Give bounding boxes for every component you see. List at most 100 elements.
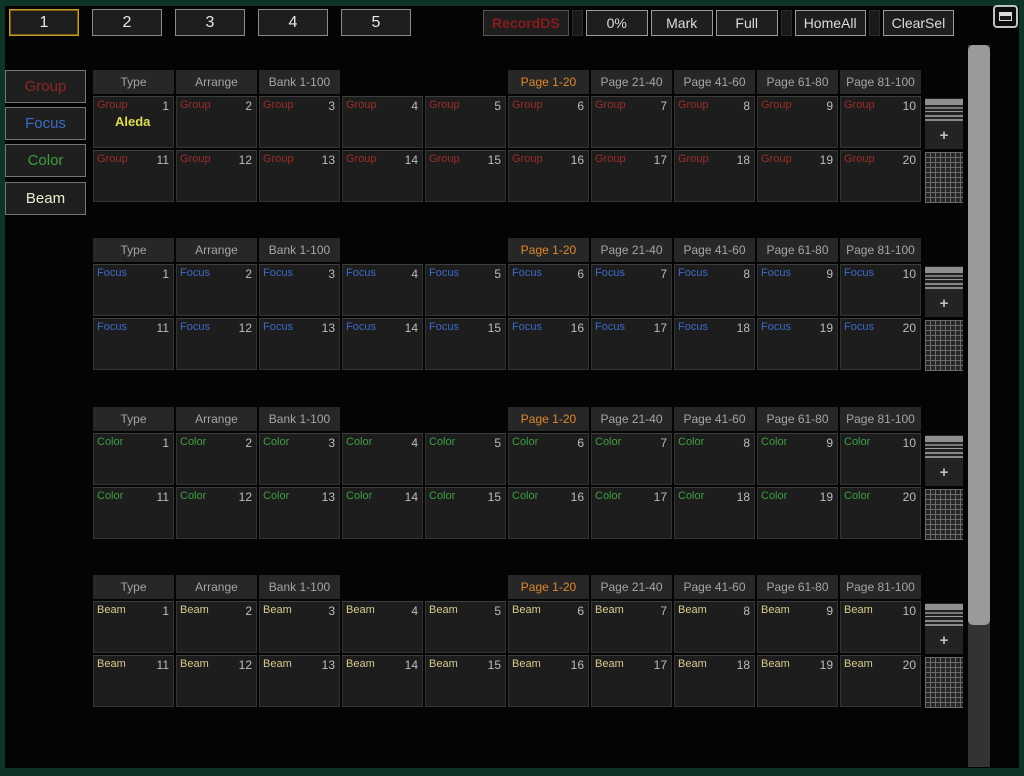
palette-cell-color-16[interactable]: Color16 [508,487,589,539]
palette-cell-beam-13[interactable]: Beam13 [259,655,340,707]
palette-cell-group-10[interactable]: Group10 [840,96,921,148]
palette-cell-group-19[interactable]: Group19 [757,150,838,202]
palette-cell-group-2[interactable]: Group2 [176,96,257,148]
page-81-100-tab[interactable]: Page 81-100 [840,238,921,262]
palette-cell-group-1[interactable]: Group1Aleda [93,96,174,148]
palette-cell-focus-19[interactable]: Focus19 [757,318,838,370]
palette-cell-focus-12[interactable]: Focus12 [176,318,257,370]
arrange-button[interactable]: Arrange [176,238,257,262]
grid-view-icon[interactable] [925,320,963,371]
palette-cell-focus-2[interactable]: Focus2 [176,264,257,316]
sidebar-item-beam[interactable]: Beam [5,182,86,215]
palette-cell-beam-2[interactable]: Beam2 [176,601,257,653]
page-61-80-tab[interactable]: Page 61-80 [757,70,838,94]
grid-view-icon[interactable] [925,152,963,203]
palette-cell-group-17[interactable]: Group17 [591,150,672,202]
palette-cell-group-4[interactable]: Group4 [342,96,423,148]
arrange-button[interactable]: Arrange [176,407,257,431]
palette-cell-beam-18[interactable]: Beam18 [674,655,755,707]
type-button[interactable]: Type [93,70,174,94]
grid-view-icon[interactable] [925,489,963,540]
palette-cell-group-15[interactable]: Group15 [425,150,506,202]
page-21-40-tab[interactable]: Page 21-40 [591,407,672,431]
palette-cell-group-13[interactable]: Group13 [259,150,340,202]
view-tab-3[interactable]: 3 [175,9,245,36]
palette-cell-beam-17[interactable]: Beam17 [591,655,672,707]
page-61-80-tab[interactable]: Page 61-80 [757,575,838,599]
bank-1-100-button[interactable]: Bank 1-100 [259,70,340,94]
palette-cell-focus-11[interactable]: Focus11 [93,318,174,370]
intensity-zero-button[interactable]: 0% [586,10,648,36]
palette-cell-focus-20[interactable]: Focus20 [840,318,921,370]
page-81-100-tab[interactable]: Page 81-100 [840,575,921,599]
palette-cell-color-19[interactable]: Color19 [757,487,838,539]
arrange-list-icon[interactable]: + [925,603,963,654]
page-21-40-tab[interactable]: Page 21-40 [591,70,672,94]
palette-cell-color-15[interactable]: Color15 [425,487,506,539]
palette-cell-group-18[interactable]: Group18 [674,150,755,202]
arrange-list-icon[interactable]: + [925,98,963,149]
scrollbar-thumb[interactable] [968,45,990,625]
arrange-list-icon[interactable]: + [925,266,963,317]
bank-1-100-button[interactable]: Bank 1-100 [259,238,340,262]
palette-cell-color-1[interactable]: Color1 [93,433,174,485]
page-41-60-tab[interactable]: Page 41-60 [674,70,755,94]
page-21-40-tab[interactable]: Page 21-40 [591,575,672,599]
palette-cell-focus-8[interactable]: Focus8 [674,264,755,316]
palette-cell-focus-15[interactable]: Focus15 [425,318,506,370]
type-button[interactable]: Type [93,238,174,262]
page-81-100-tab[interactable]: Page 81-100 [840,407,921,431]
palette-cell-beam-4[interactable]: Beam4 [342,601,423,653]
page-61-80-tab[interactable]: Page 61-80 [757,407,838,431]
palette-cell-group-5[interactable]: Group5 [425,96,506,148]
palette-cell-group-12[interactable]: Group12 [176,150,257,202]
page-41-60-tab[interactable]: Page 41-60 [674,575,755,599]
palette-cell-group-8[interactable]: Group8 [674,96,755,148]
arrange-list-icon[interactable]: + [925,435,963,486]
palette-cell-focus-7[interactable]: Focus7 [591,264,672,316]
page-41-60-tab[interactable]: Page 41-60 [674,407,755,431]
page-61-80-tab[interactable]: Page 61-80 [757,238,838,262]
palette-cell-beam-6[interactable]: Beam6 [508,601,589,653]
palette-cell-color-13[interactable]: Color13 [259,487,340,539]
palette-cell-beam-15[interactable]: Beam15 [425,655,506,707]
palette-cell-color-8[interactable]: Color8 [674,433,755,485]
palette-cell-color-12[interactable]: Color12 [176,487,257,539]
palette-cell-beam-14[interactable]: Beam14 [342,655,423,707]
palette-cell-group-11[interactable]: Group11 [93,150,174,202]
grid-view-icon[interactable] [925,657,963,708]
view-tab-4[interactable]: 4 [258,9,328,36]
palette-cell-focus-4[interactable]: Focus4 [342,264,423,316]
sidebar-item-color[interactable]: Color [5,144,86,177]
arrange-button[interactable]: Arrange [176,575,257,599]
palette-cell-color-11[interactable]: Color11 [93,487,174,539]
palette-cell-beam-1[interactable]: Beam1 [93,601,174,653]
palette-cell-color-18[interactable]: Color18 [674,487,755,539]
palette-cell-color-2[interactable]: Color2 [176,433,257,485]
palette-cell-focus-18[interactable]: Focus18 [674,318,755,370]
palette-cell-group-6[interactable]: Group6 [508,96,589,148]
palette-cell-beam-19[interactable]: Beam19 [757,655,838,707]
palette-cell-focus-9[interactable]: Focus9 [757,264,838,316]
palette-cell-group-9[interactable]: Group9 [757,96,838,148]
palette-cell-focus-5[interactable]: Focus5 [425,264,506,316]
palette-cell-beam-16[interactable]: Beam16 [508,655,589,707]
page-21-40-tab[interactable]: Page 21-40 [591,238,672,262]
view-tab-1[interactable]: 1 [9,9,79,36]
palette-cell-beam-10[interactable]: Beam10 [840,601,921,653]
palette-cell-color-6[interactable]: Color6 [508,433,589,485]
record-ds-button[interactable]: RecordDS [483,10,569,36]
page-41-60-tab[interactable]: Page 41-60 [674,238,755,262]
window-restore-button[interactable] [993,5,1018,28]
palette-cell-beam-9[interactable]: Beam9 [757,601,838,653]
palette-cell-focus-1[interactable]: Focus1 [93,264,174,316]
palette-cell-focus-14[interactable]: Focus14 [342,318,423,370]
palette-cell-focus-17[interactable]: Focus17 [591,318,672,370]
bank-1-100-button[interactable]: Bank 1-100 [259,407,340,431]
home-all-button[interactable]: HomeAll [795,10,866,36]
palette-cell-focus-6[interactable]: Focus6 [508,264,589,316]
sidebar-item-group[interactable]: Group [5,70,86,103]
palette-cell-color-14[interactable]: Color14 [342,487,423,539]
arrange-button[interactable]: Arrange [176,70,257,94]
palette-cell-color-17[interactable]: Color17 [591,487,672,539]
